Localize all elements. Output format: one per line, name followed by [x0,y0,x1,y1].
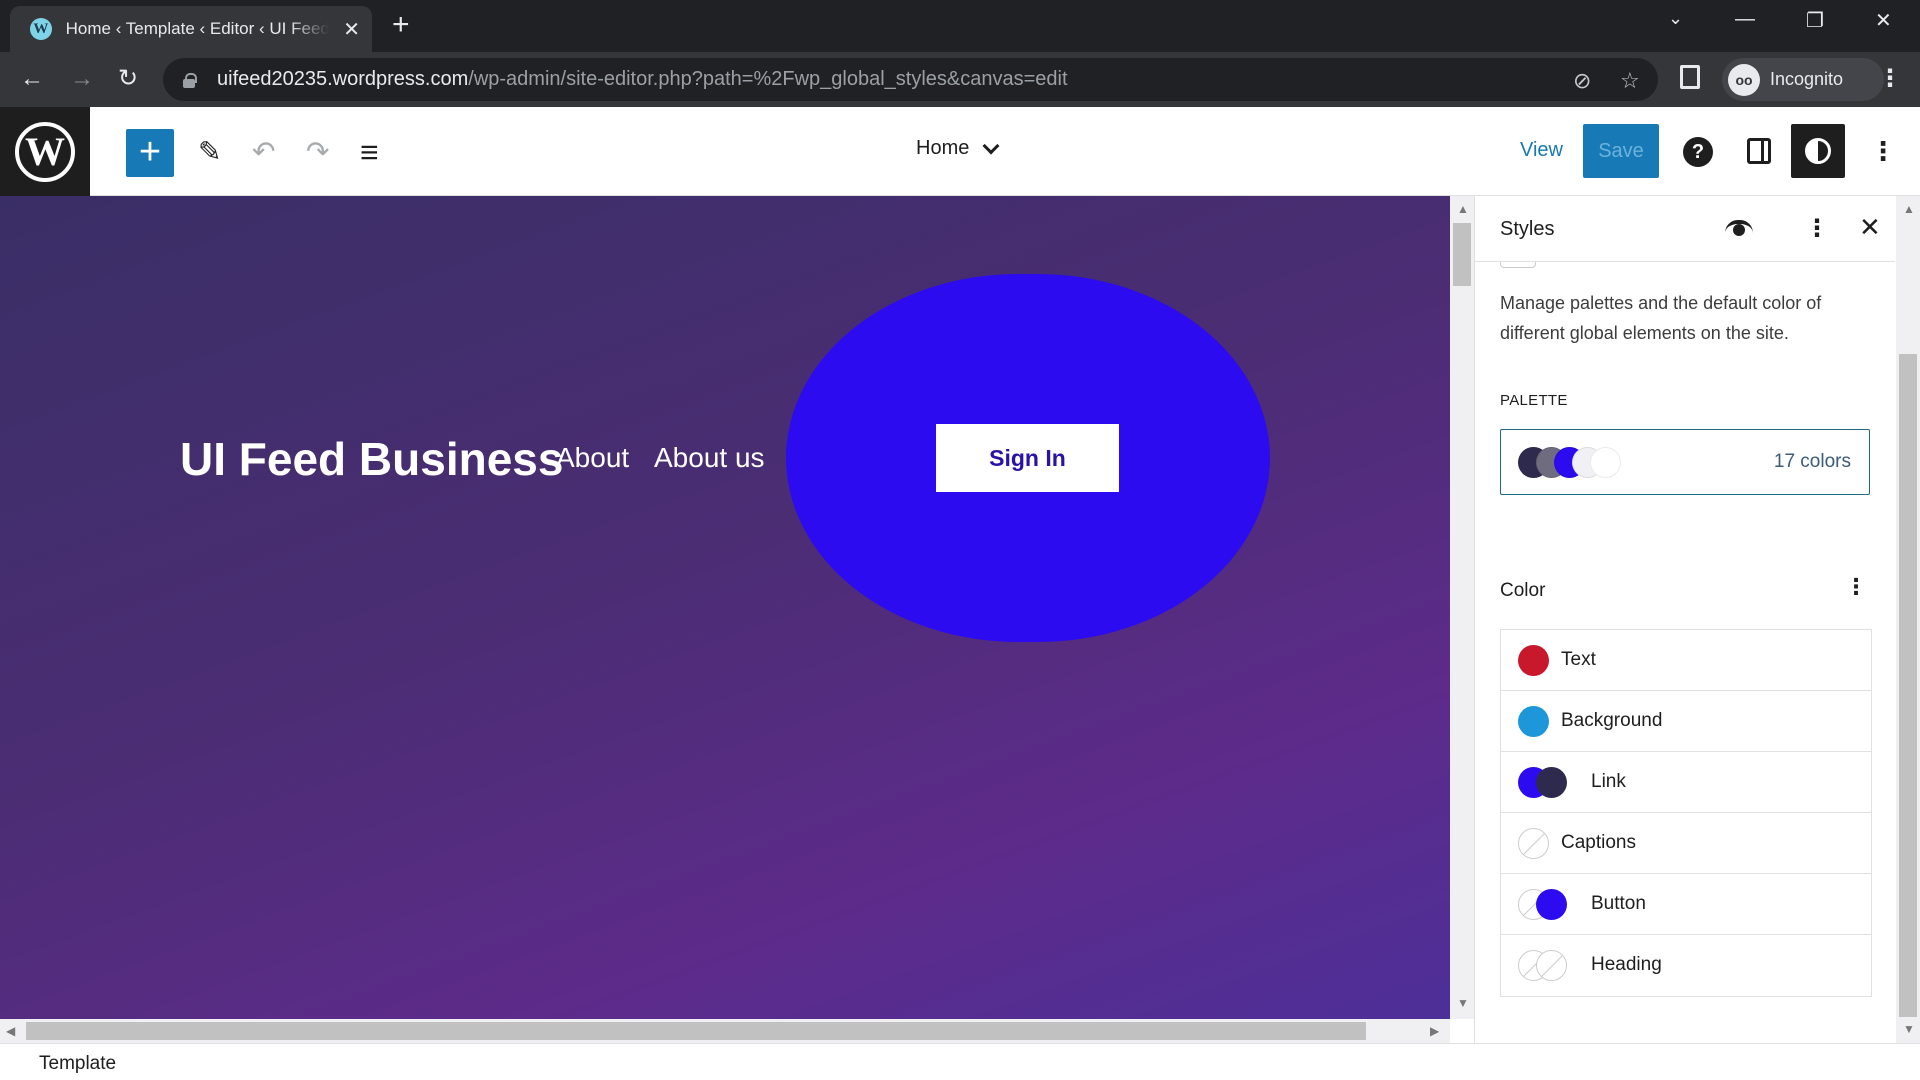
wordpress-logo-button[interactable]: W [0,107,90,196]
close-sidebar-icon[interactable]: ✕ [1859,212,1881,243]
styles-more-icon[interactable]: ⋮ [1805,214,1829,243]
palette-label: Palette [1500,392,1568,409]
wordpress-favicon-icon: W [30,18,52,40]
list-view-icon[interactable]: ≡ [360,134,379,170]
scroll-right-arrow-icon[interactable]: ▶ [1430,1024,1439,1038]
background-color-indicator [1518,706,1549,737]
palette-count: 17 colors [1773,451,1851,472]
color-element-label: Button [1591,893,1646,914]
color-element-heading[interactable]: Heading [1501,935,1871,996]
styles-contrast-icon [1805,138,1831,164]
incognito-profile-button[interactable]: oo Incognito [1722,58,1884,101]
tab-title: Home ‹ Template ‹ Editor ‹ UI Feed Busin… [65,19,330,38]
palette-swatch [1590,447,1621,478]
sidebar-scroll-down-arrow-icon[interactable]: ▼ [1903,1022,1915,1036]
incognito-icon: oo [1728,63,1760,96]
restore-window-icon[interactable]: ❐ [1806,8,1824,33]
button-background-color-indicator [1536,889,1567,920]
lock-icon[interactable] [183,72,197,88]
side-panel-icon[interactable] [1680,65,1700,89]
sidebar-scroll-up-arrow-icon[interactable]: ▲ [1903,202,1915,216]
chevron-down-icon [982,137,1000,154]
browser-tab[interactable]: W Home ‹ Template ‹ Editor ‹ UI Feed Bus… [10,6,372,52]
sidebar-scroll-thumb[interactable] [1899,354,1917,1017]
color-element-button[interactable]: Button [1501,874,1871,935]
palette-button[interactable]: 17 colors [1500,429,1870,495]
sidebar-header: Styles ⋮ ✕ [1475,196,1895,262]
preview-box-partial [1500,262,1536,268]
url-host: uifeed20235.wordpress.com [217,68,469,90]
nav-link-about-us[interactable]: About us [654,442,765,474]
heading-background-color-indicator [1536,950,1567,981]
back-icon[interactable]: ← [20,64,44,94]
editor-footer: Template [0,1043,1920,1080]
canvas-horizontal-scrollbar[interactable]: ◀ ▶ [0,1019,1450,1043]
site-title[interactable]: UI Feed Business [180,432,563,486]
sidebar-title: Styles [1500,218,1555,240]
sign-in-button[interactable]: Sign In [936,424,1119,492]
styles-sidebar: Styles ⋮ ✕ Manage palettes and the defau… [1474,196,1895,1043]
tracking-protection-icon[interactable]: ⊘ [1573,68,1591,94]
save-button[interactable]: Save [1583,124,1659,178]
document-title: Home [916,137,970,159]
browser-toolbar: ← → ↻ uifeed20235.wordpress.com/wp-admin… [0,52,1920,107]
browser-tab-strip: W Home ‹ Template ‹ Editor ‹ UI Feed Bus… [0,0,1920,52]
link-hover-color-indicator [1536,767,1567,798]
sidebar-vertical-scrollbar[interactable]: ▲ ▼ [1896,196,1920,1043]
scroll-left-arrow-icon[interactable]: ◀ [6,1024,15,1038]
color-elements-list: Text Background Link Captions Button Hea… [1500,629,1872,997]
forward-icon[interactable]: → [70,64,94,94]
help-icon[interactable]: ? [1683,137,1713,167]
address-bar[interactable]: uifeed20235.wordpress.com/wp-admin/site-… [163,58,1658,101]
chrome-menu-icon[interactable]: ⋮ [1878,64,1902,93]
document-title-dropdown[interactable]: Home [916,137,1000,160]
captions-color-indicator [1518,828,1549,859]
tab-search-icon[interactable]: ⌄ [1668,8,1683,29]
canvas-horizontal-scroll-thumb[interactable] [26,1022,1366,1040]
settings-panel-icon[interactable] [1747,138,1771,164]
bookmark-star-icon[interactable]: ☆ [1620,68,1640,94]
new-tab-button[interactable]: + [392,10,410,40]
color-element-label: Background [1561,710,1663,731]
url-path: /wp-admin/site-editor.php?path=%2Fwp_glo… [468,68,1068,90]
canvas-vertical-scrollbar[interactable]: ▲ ▼ [1450,196,1474,1019]
scroll-down-arrow-icon[interactable]: ▼ [1457,996,1469,1010]
color-element-text[interactable]: Text [1501,630,1871,691]
editor-header: W + ✎ ↶ ↷ ≡ Home View Save ? ⋮ [0,107,1920,196]
canvas-vertical-scroll-thumb[interactable] [1453,223,1471,286]
editor-canvas[interactable]: UI Feed Business About About us Sign In [0,196,1450,1019]
minimize-window-icon[interactable]: — [1735,8,1755,31]
wordpress-logo-icon: W [15,121,75,182]
profile-label: Incognito [1770,69,1844,89]
color-element-label: Captions [1561,832,1636,853]
color-element-captions[interactable]: Captions [1501,813,1871,874]
styles-toggle-button[interactable] [1791,124,1845,178]
text-color-indicator [1518,645,1549,676]
close-window-icon[interactable]: ✕ [1875,8,1892,33]
breadcrumb-template[interactable]: Template [39,1053,116,1075]
color-element-link[interactable]: Link [1501,752,1871,813]
tools-pencil-icon[interactable]: ✎ [198,134,221,170]
colors-description: Manage palettes and the default color of… [1500,293,1822,343]
editor-options-icon[interactable]: ⋮ [1870,135,1896,167]
style-book-eye-icon[interactable] [1725,220,1753,236]
color-element-label: Heading [1591,954,1662,975]
redo-icon[interactable]: ↷ [306,134,329,170]
tab-close-icon[interactable]: ✕ [343,17,360,42]
color-heading: Color [1500,580,1546,601]
reload-icon[interactable]: ↻ [118,64,138,94]
view-button[interactable]: View [1520,139,1563,162]
color-element-label: Link [1591,771,1626,792]
color-element-label: Text [1561,649,1596,670]
color-options-icon[interactable]: ⋮ [1845,574,1867,600]
undo-icon[interactable]: ↶ [252,134,275,170]
color-element-background[interactable]: Background [1501,691,1871,752]
nav-link-about[interactable]: About [556,442,629,474]
scroll-up-arrow-icon[interactable]: ▲ [1457,202,1469,216]
block-inserter-button[interactable]: + [126,129,174,177]
